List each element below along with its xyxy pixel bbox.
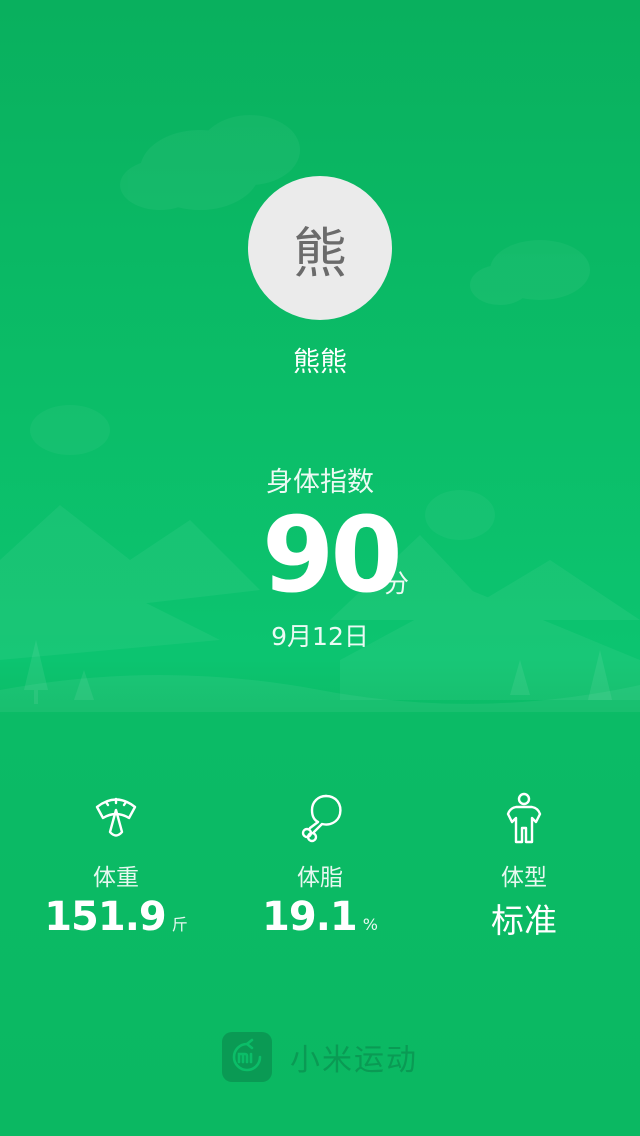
avatar-initial: 熊 bbox=[293, 221, 347, 285]
scale-icon bbox=[95, 797, 137, 837]
avatar[interactable]: 熊 bbox=[248, 176, 392, 320]
stat-body-type-label: 体型 bbox=[501, 865, 547, 891]
stat-body-fat-reading: 19.1% bbox=[220, 894, 420, 940]
stat-weight-label: 体重 bbox=[93, 865, 139, 891]
stat-body-type[interactable]: 体型 标准 bbox=[424, 792, 624, 952]
body-type-icon bbox=[506, 792, 542, 844]
stat-weight[interactable]: 体重 151.9 斤 bbox=[16, 792, 216, 952]
stat-weight-unit: 斤 bbox=[171, 915, 188, 934]
measurement-date: 9月12日 bbox=[271, 622, 369, 651]
body-score-value: 90 bbox=[262, 494, 403, 616]
stat-body-fat-unit: % bbox=[362, 915, 378, 934]
body-score-unit: 分 bbox=[384, 569, 410, 598]
app-name: 小米运动 bbox=[290, 1043, 418, 1078]
stat-body-fat-value: 19.1 bbox=[262, 894, 358, 940]
stat-body-type-reading: 标准 bbox=[424, 894, 624, 942]
stat-body-type-value: 标准 bbox=[491, 901, 557, 940]
body-score: 90 分 bbox=[0, 500, 640, 610]
stat-body-fat[interactable]: 体脂 19.1% bbox=[220, 792, 420, 952]
stat-weight-reading: 151.9 斤 bbox=[16, 894, 216, 940]
app-branding: 小米运动 bbox=[222, 1032, 418, 1082]
stat-body-fat-label: 体脂 bbox=[297, 865, 343, 891]
stat-weight-value: 151.9 bbox=[44, 894, 167, 940]
mi-logo-icon bbox=[222, 1032, 272, 1082]
drumstick-icon bbox=[301, 794, 342, 843]
user-name: 熊熊 bbox=[293, 347, 347, 378]
